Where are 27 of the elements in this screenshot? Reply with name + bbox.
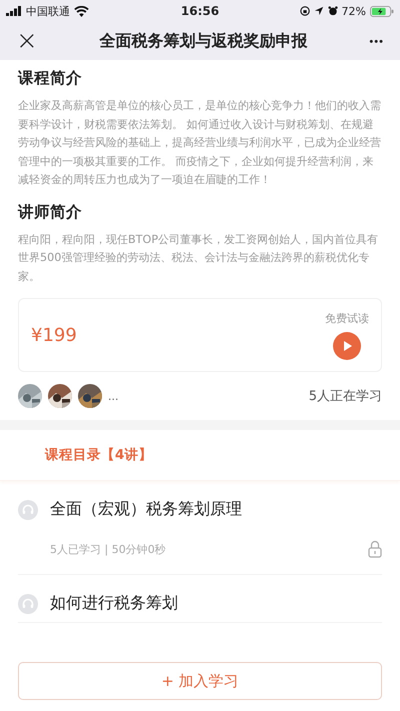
- section-heading: 课程简介: [18, 68, 83, 89]
- section-heading: 讲师简介: [18, 202, 83, 222]
- free-trial-label: 免费试读: [325, 310, 369, 326]
- lesson-meta: 5人已学习 | 50分钟0秒: [50, 542, 166, 556]
- more-button[interactable]: •••: [365, 36, 388, 46]
- battery-icon: [370, 6, 394, 16]
- headphones-icon: [18, 594, 38, 614]
- more-ellipsis: ...: [108, 390, 118, 402]
- page-title: 全面税务筹划与返税奖励申报: [100, 30, 308, 52]
- lock-rotation-icon: [300, 6, 310, 16]
- lesson-title[interactable]: 全面（宏观）税务筹划原理: [50, 499, 242, 520]
- section-paragraph: 企业家及高薪高管是单位的核心员工，是单位的核心竞争力！他们的收入需要科学设计，财税需要依法筹划。 如何通过收入设计与财税筹划、在规避劳动争议与经营风险的基础上，提高经营业绩与利润水平，已成为企业经营管理中的一项极其重要的工作。 而疫情之下，企业如何提升经营利润，来减轻资金的周转压力也成为了一项迫在眉睫的工作！: [18, 98, 382, 188]
- clock-time: 16:56: [180, 4, 220, 18]
- course-price: ¥199: [31, 324, 77, 346]
- close-button[interactable]: ×: [12, 28, 42, 54]
- carrier-name: 中国联通: [26, 4, 70, 18]
- play-icon[interactable]: [333, 332, 361, 360]
- section-paragraph: 程向阳，程向阳，现任BTOP公司董事长，发工资网创始人，国内首位具有世界500强管理经验的劳动法、税法、会计法与金融法跨界的薪税优化专家。: [18, 232, 380, 284]
- location-icon: [314, 6, 324, 16]
- battery-percent: 72%: [342, 4, 366, 18]
- learners-count: 5人正在学习: [308, 388, 382, 405]
- catalog-title: 课程目录【4讲】: [45, 446, 152, 464]
- headphones-icon: [18, 500, 38, 520]
- wifi-icon: [74, 6, 89, 16]
- signal-icon: [6, 6, 22, 16]
- alarm-icon: [328, 6, 338, 16]
- lesson-title[interactable]: 如何进行税务筹划: [50, 593, 178, 614]
